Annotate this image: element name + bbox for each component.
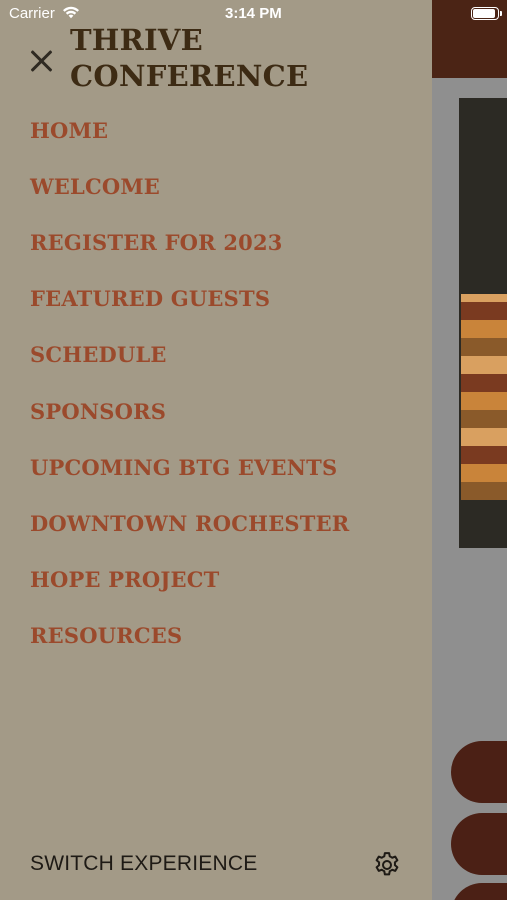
battery-icon xyxy=(471,7,502,20)
nav-item-downtown-rochester[interactable]: DOWNTOWN ROCHESTER xyxy=(30,495,349,551)
nav-item-featured-guests[interactable]: FEATURED GUESTS xyxy=(30,271,349,327)
nav-item-home[interactable]: HOME xyxy=(30,102,349,158)
carrier-label: Carrier xyxy=(9,5,55,22)
background-button-1[interactable] xyxy=(451,741,507,803)
close-icon[interactable] xyxy=(28,48,54,74)
stained-glass-image xyxy=(461,294,507,500)
nav-item-register[interactable]: REGISTER FOR 2023 xyxy=(30,214,349,270)
drawer-title-line2: CONFERENCE xyxy=(70,59,309,93)
drawer-nav-list: HOME WELCOME REGISTER FOR 2023 FEATURED … xyxy=(30,118,349,664)
hero-image xyxy=(459,98,507,548)
nav-item-sponsors[interactable]: SPONSORS xyxy=(30,383,349,439)
nav-item-upcoming-events[interactable]: UPCOMING BTG EVENTS xyxy=(30,439,349,495)
nav-item-schedule[interactable]: SCHEDULE xyxy=(30,327,349,383)
drawer-title: THRIVE CONFERENCE xyxy=(70,22,330,94)
background-button-3[interactable] xyxy=(451,883,507,900)
drawer-footer: SWITCH EXPERIENCE xyxy=(0,838,432,890)
wifi-icon xyxy=(63,6,79,19)
switch-experience-button[interactable]: SWITCH EXPERIENCE xyxy=(30,852,257,876)
nav-item-hope-project[interactable]: HOPE PROJECT xyxy=(30,552,349,608)
gear-icon[interactable] xyxy=(372,850,402,880)
nav-item-resources[interactable]: RESOURCES xyxy=(30,608,349,664)
nav-item-welcome[interactable]: WELCOME xyxy=(30,158,349,214)
navigation-drawer: THRIVE CONFERENCE HOME WELCOME REGISTER … xyxy=(0,0,432,900)
background-button-2[interactable] xyxy=(451,813,507,875)
status-time: 3:14 PM xyxy=(225,5,282,22)
status-bar: Carrier 3:14 PM xyxy=(0,0,507,28)
